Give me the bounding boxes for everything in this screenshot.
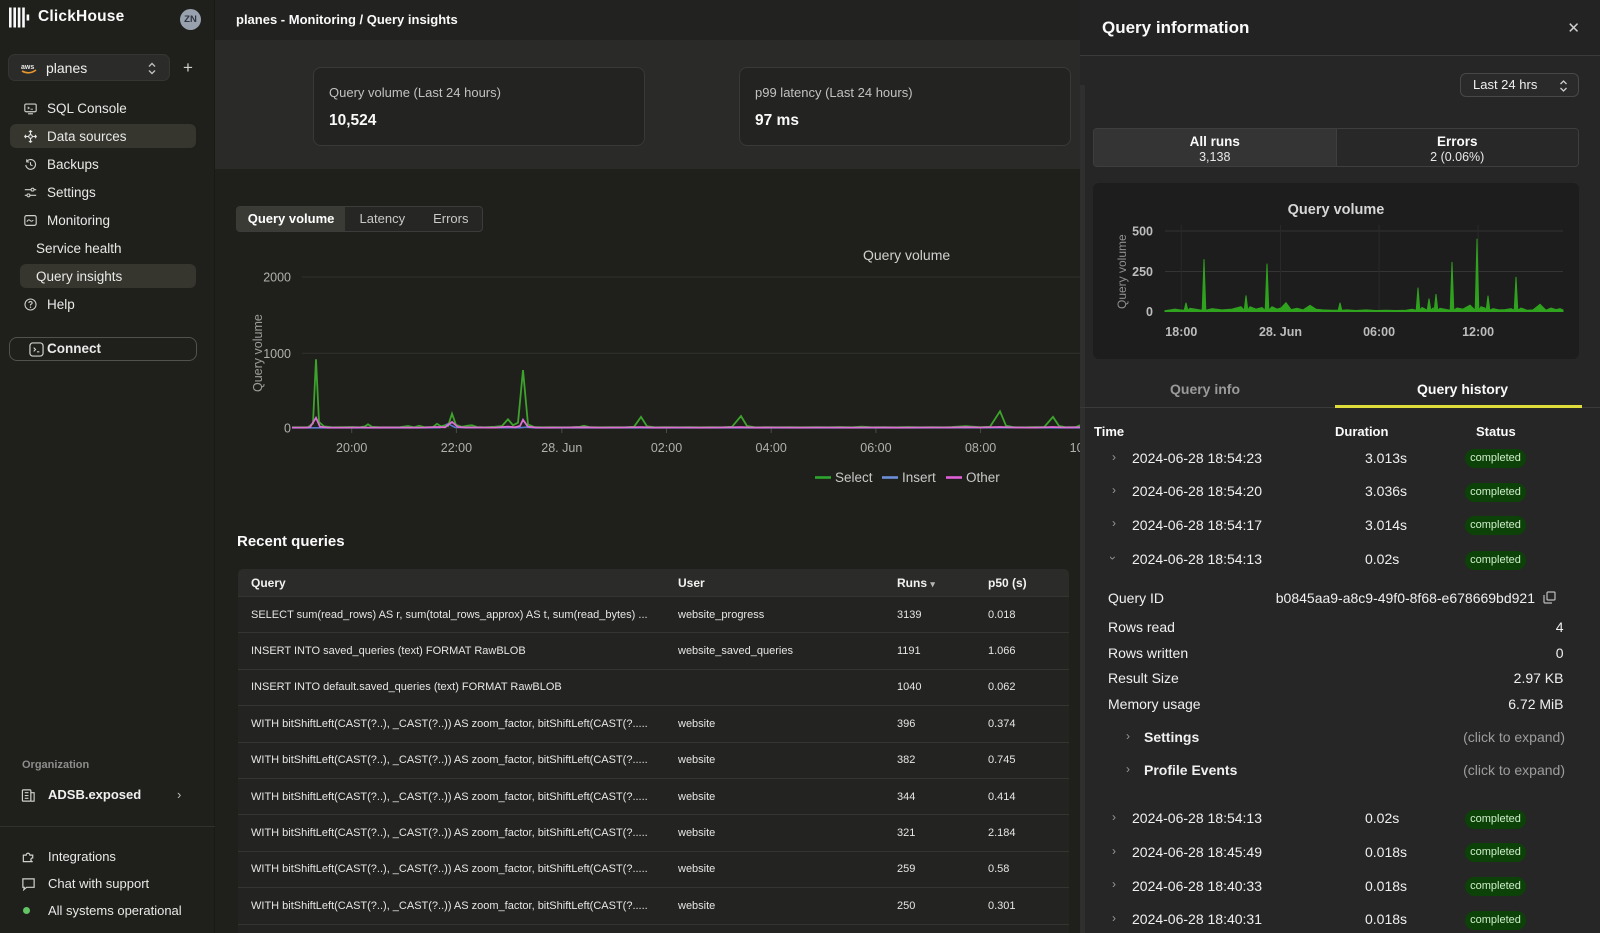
svg-text:Insert: Insert [902,470,936,485]
svg-text:18:00: 18:00 [1165,325,1197,339]
svg-text:12:00: 12:00 [1462,325,1494,339]
svg-text:28. Jun: 28. Jun [541,441,582,455]
svg-text:Select: Select [835,470,873,485]
svg-text:20:00: 20:00 [336,441,367,455]
svg-text:Other: Other [966,470,1000,485]
svg-text:2000: 2000 [263,271,291,285]
svg-text:0: 0 [284,421,291,435]
svg-text:04:00: 04:00 [756,441,787,455]
svg-text:28. Jun: 28. Jun [1259,325,1302,339]
svg-text:02:00: 02:00 [651,441,682,455]
svg-text:22:00: 22:00 [441,441,472,455]
svg-text:500: 500 [1132,225,1153,239]
svg-text:250: 250 [1132,265,1153,279]
svg-text:06:00: 06:00 [860,441,891,455]
svg-text:10:00: 10:00 [1070,441,1080,455]
svg-text:0: 0 [1146,305,1153,319]
svg-text:1000: 1000 [263,347,291,361]
svg-text:aws: aws [21,64,34,71]
svg-text:06:00: 06:00 [1363,325,1395,339]
svg-text:08:00: 08:00 [965,441,996,455]
